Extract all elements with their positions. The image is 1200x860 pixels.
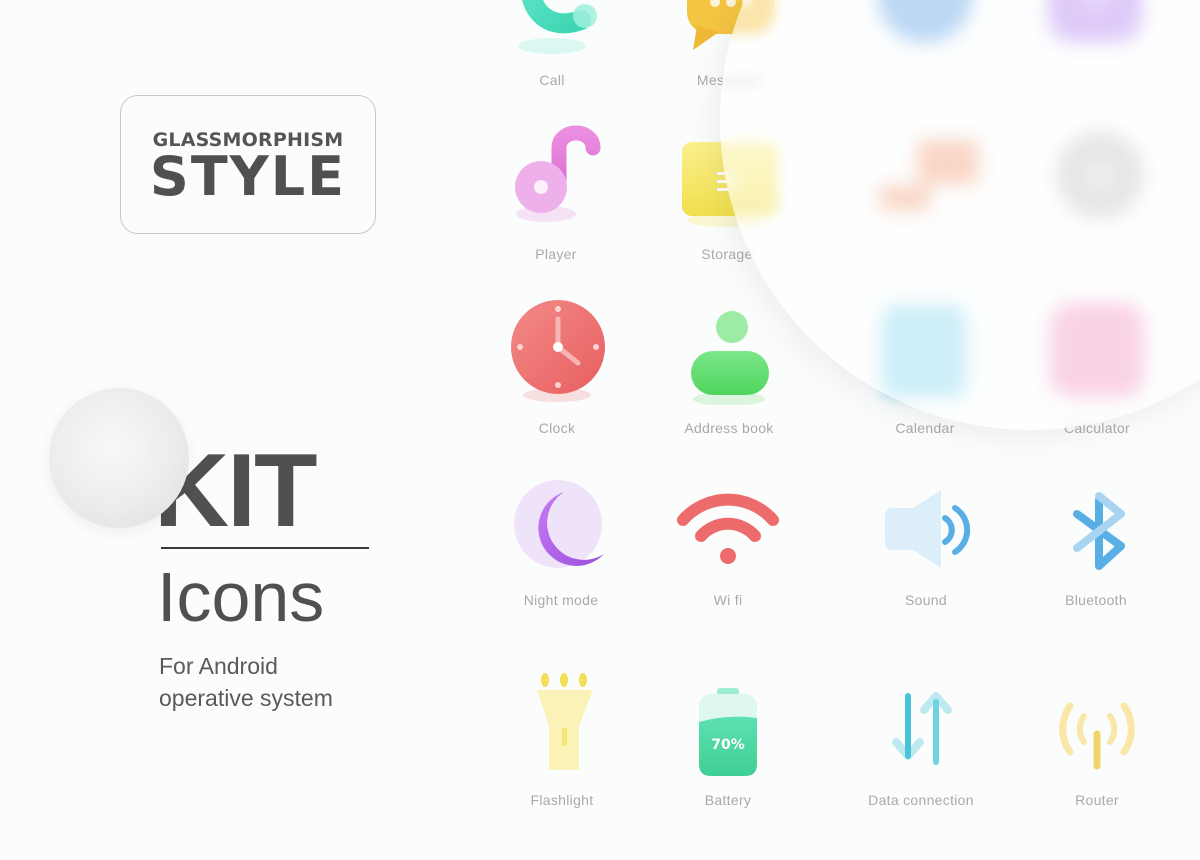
icon-tile-settings[interactable] xyxy=(1020,120,1180,270)
icon-label: Router xyxy=(1075,792,1119,808)
music-note-icon xyxy=(515,125,601,222)
subtitle: For Android operative system xyxy=(159,650,333,714)
icon-label: Player xyxy=(535,246,577,262)
icon-tile-storage[interactable]: Storage xyxy=(647,120,807,270)
globe-icon xyxy=(877,0,973,43)
icon-tile-camera[interactable] xyxy=(1015,0,1175,90)
gallery-icon xyxy=(880,140,978,210)
chat-bubble-icon xyxy=(687,0,775,50)
icon-label: Wi fi xyxy=(713,592,743,608)
subtitle-line-2: operative system xyxy=(159,685,333,711)
speaker-icon xyxy=(885,490,971,568)
icon-label: Clock xyxy=(538,420,576,436)
icon-label: Call xyxy=(539,72,565,88)
icon-tile-calculator[interactable]: Calculator xyxy=(1017,295,1177,445)
icon-tile-night-mode[interactable]: Night mode xyxy=(481,470,641,620)
subtitle-line-1: For Android xyxy=(159,653,278,679)
style-badge: GLASSMORPHISM STYLE xyxy=(120,95,376,234)
moon-icon xyxy=(514,480,604,568)
wifi-icon xyxy=(677,493,779,564)
bluetooth-icon xyxy=(1073,492,1125,570)
flashlight-icon xyxy=(537,673,593,770)
icon-label: Calculator xyxy=(1063,420,1131,436)
clock-icon xyxy=(511,300,605,402)
icon-tile-clock[interactable]: Clock xyxy=(477,295,637,445)
icon-tile-wifi[interactable]: Wi fi xyxy=(648,470,808,620)
icon-tile-calendar[interactable]: Calendar xyxy=(845,295,1005,445)
icon-label: Calendar xyxy=(895,420,955,436)
icon-label: Night mode xyxy=(523,592,599,608)
icon-label: Bluetooth xyxy=(1065,592,1127,608)
icon-label: Address book xyxy=(684,420,774,436)
icon-label: Data connection xyxy=(868,792,974,808)
icon-tile-flashlight[interactable]: Flashlight xyxy=(482,670,642,820)
gear-icon xyxy=(1056,131,1144,219)
antenna-icon xyxy=(1059,702,1135,770)
icon-tile-gallery[interactable] xyxy=(845,120,1005,270)
icons-title: Icons xyxy=(157,558,325,636)
icon-label: Battery xyxy=(704,792,752,808)
icon-tile-router[interactable]: Router xyxy=(1017,670,1177,820)
icon-label: Messages xyxy=(696,72,764,88)
calendar-icon xyxy=(882,305,966,397)
camera-icon xyxy=(1048,0,1142,42)
icon-label: Storage xyxy=(701,246,753,262)
icon-label: Sound xyxy=(905,592,947,608)
icon-label: Flashlight xyxy=(530,792,594,808)
calculator-icon xyxy=(1050,303,1144,397)
icon-tile-call[interactable]: Call xyxy=(472,0,632,100)
phone-icon xyxy=(518,0,597,54)
icon-tile-sound[interactable]: Sound xyxy=(846,470,1006,620)
icon-tile-player[interactable]: Player xyxy=(476,120,636,270)
battery-level-text: 70% xyxy=(711,737,745,753)
glass-sphere-decoration xyxy=(49,388,189,528)
icon-tile-messages[interactable]: Messages xyxy=(650,0,810,100)
battery-icon xyxy=(699,688,757,776)
icon-tile-address-book[interactable]: Address book xyxy=(649,295,809,445)
icon-tile-browser[interactable] xyxy=(845,0,1005,90)
icon-tile-bluetooth[interactable]: Bluetooth xyxy=(1016,470,1176,620)
contact-person-icon xyxy=(691,311,769,405)
icon-tile-data-connection[interactable]: Data connection xyxy=(841,670,1001,820)
icon-tile-battery[interactable]: 70% Battery xyxy=(648,670,808,820)
style-badge-title: STYLE xyxy=(149,144,347,208)
folder-icon xyxy=(682,142,778,227)
data-arrows-icon xyxy=(892,692,952,765)
